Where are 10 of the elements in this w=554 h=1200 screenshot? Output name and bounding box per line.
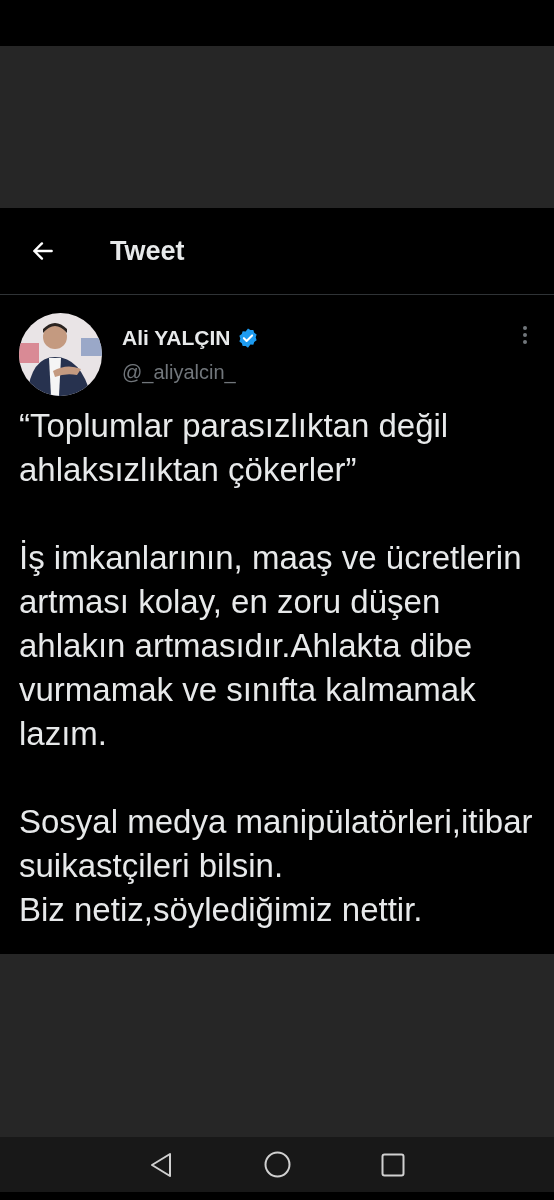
author-handle: @_aliyalcin_ [122,360,237,386]
tweet-text: İş imkanlarının, maaş ve ücretlerin artması kolay, en zoru düşen ahlakın artmasıdır.Ahlakta dibe vurmamak ve sınıfta kalmamak lazım. [19,538,523,754]
more-options-icon [522,325,528,345]
circle-home-icon [263,1151,291,1178]
tweet-text: Sosyal medya manipülatörleri,itibar suikastçileri bilsin. Biz netiz,söylediğimiz nettir. [19,802,534,930]
page-title: Tweet [110,234,185,268]
tweet-text: “Toplumlar parasızlıktan değil ahlaksızlıktan çökerler” [19,406,450,490]
square-recents-icon [381,1152,405,1177]
author-name: Ali YALÇIN [122,324,231,351]
triangle-back-icon [149,1151,173,1178]
